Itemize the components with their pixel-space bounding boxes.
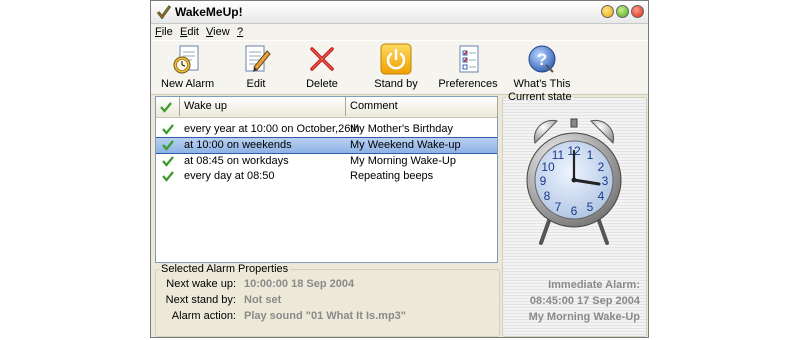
next-standby-label: Next stand by: <box>165 294 236 306</box>
menu-view[interactable]: View <box>206 26 230 38</box>
delete-label: Delete <box>306 78 338 90</box>
preferences-icon <box>452 43 484 75</box>
state-line-1: Immediate Alarm: <box>548 279 640 291</box>
menu-bar: File Edit View ? <box>151 24 648 40</box>
next-wake-label: Next wake up: <box>166 278 236 290</box>
svg-text:5: 5 <box>587 200 594 214</box>
svg-text:10: 10 <box>541 160 555 174</box>
enabled-check-icon[interactable] <box>162 155 174 167</box>
alarm-clock-icon: 12 1 2 3 4 5 6 7 8 9 10 11 <box>526 118 622 245</box>
svg-text:11: 11 <box>552 148 565 162</box>
svg-text:?: ? <box>537 50 547 69</box>
svg-text:8: 8 <box>544 189 551 203</box>
new-alarm-button[interactable]: New Alarm <box>161 43 215 90</box>
preferences-label: Preferences <box>438 78 498 90</box>
alarm-comment: My Mother's Birthday <box>350 123 453 135</box>
properties-title: Selected Alarm Properties <box>161 263 289 275</box>
edit-pencil-icon <box>240 43 272 75</box>
whats-this-button[interactable]: ? What's This <box>511 43 573 90</box>
alarm-comment: My Weekend Wake-up <box>350 139 461 151</box>
state-line-2: 08:45:00 17 Sep 2004 <box>529 295 640 307</box>
edit-button[interactable]: Edit <box>233 43 279 90</box>
minimize-button[interactable] <box>601 5 614 18</box>
preferences-button[interactable]: Preferences <box>437 43 499 90</box>
whats-this-label: What's This <box>513 78 571 90</box>
alarm-wake-time: every day at 08:50 <box>184 170 275 182</box>
column-header-enabled[interactable] <box>156 97 180 116</box>
alarm-action-label: Alarm action: <box>171 310 236 322</box>
list-item[interactable]: at 08:45 on workdays My Morning Wake-Up <box>156 154 497 169</box>
header-check-icon <box>160 102 172 113</box>
delete-x-icon <box>306 43 338 75</box>
standby-label: Stand by <box>374 78 418 90</box>
column-header-wake-up[interactable]: Wake up <box>180 97 346 116</box>
app-window: WakeMeUp! File Edit View ? New Alarm Edi… <box>150 0 649 338</box>
svg-text:6: 6 <box>571 204 578 218</box>
alarm-wake-time: at 08:45 on workdays <box>184 155 289 167</box>
svg-text:7: 7 <box>555 200 562 214</box>
standby-button[interactable]: Stand by <box>369 43 423 90</box>
enabled-check-icon[interactable] <box>162 123 174 135</box>
next-wake-value: 10:00:00 18 Sep 2004 <box>244 278 355 290</box>
power-icon <box>380 43 412 75</box>
app-checkmark-icon <box>157 5 171 19</box>
title-bar[interactable]: WakeMeUp! <box>151 1 648 24</box>
svg-text:2: 2 <box>598 160 605 174</box>
selected-alarm-properties: Selected Alarm Properties Next wake up: … <box>155 263 500 337</box>
next-standby-value: Not set <box>244 294 282 306</box>
new-alarm-icon <box>171 43 203 75</box>
column-header-comment[interactable]: Comment <box>346 97 498 116</box>
alarm-comment: Repeating beeps <box>350 170 434 182</box>
list-item[interactable]: every day at 08:50 Repeating beeps <box>156 169 497 184</box>
menu-file[interactable]: File <box>155 26 173 38</box>
current-state-panel: Current state 12 1 2 3 4 5 6 7 <box>502 91 647 337</box>
menu-help[interactable]: ? <box>237 26 243 38</box>
current-state-title: Current state <box>508 91 572 103</box>
close-button[interactable] <box>631 5 644 18</box>
help-icon: ? <box>526 43 558 75</box>
maximize-button[interactable] <box>616 5 629 18</box>
enabled-check-icon[interactable] <box>162 139 174 151</box>
window-title: WakeMeUp! <box>175 5 243 19</box>
edit-label: Edit <box>246 78 266 90</box>
new-alarm-label: New Alarm <box>161 78 215 90</box>
enabled-check-icon[interactable] <box>162 170 174 182</box>
list-header: Wake up Comment <box>156 97 498 118</box>
svg-text:1: 1 <box>587 148 594 162</box>
alarm-wake-time: at 10:00 on weekends <box>184 139 292 151</box>
list-item-selected[interactable]: at 10:00 on weekends My Weekend Wake-up <box>156 137 497 154</box>
menu-edit[interactable]: Edit <box>180 26 199 38</box>
svg-text:4: 4 <box>598 189 605 203</box>
toolbar: New Alarm Edit Delete Stand by Preferenc… <box>151 40 648 95</box>
list-item[interactable]: every year at 10:00 on October,26th My M… <box>156 122 497 137</box>
alarm-action-value: Play sound "01 What It Is.mp3" <box>244 310 407 322</box>
alarm-wake-time: every year at 10:00 on October,26th <box>184 123 360 135</box>
svg-text:3: 3 <box>602 174 609 188</box>
alarm-comment: My Morning Wake-Up <box>350 155 456 167</box>
state-line-3: My Morning Wake-Up <box>528 311 640 323</box>
svg-text:9: 9 <box>540 174 547 188</box>
delete-button[interactable]: Delete <box>299 43 345 90</box>
alarm-list[interactable]: Wake up Comment every year at 10:00 on O… <box>155 96 498 263</box>
